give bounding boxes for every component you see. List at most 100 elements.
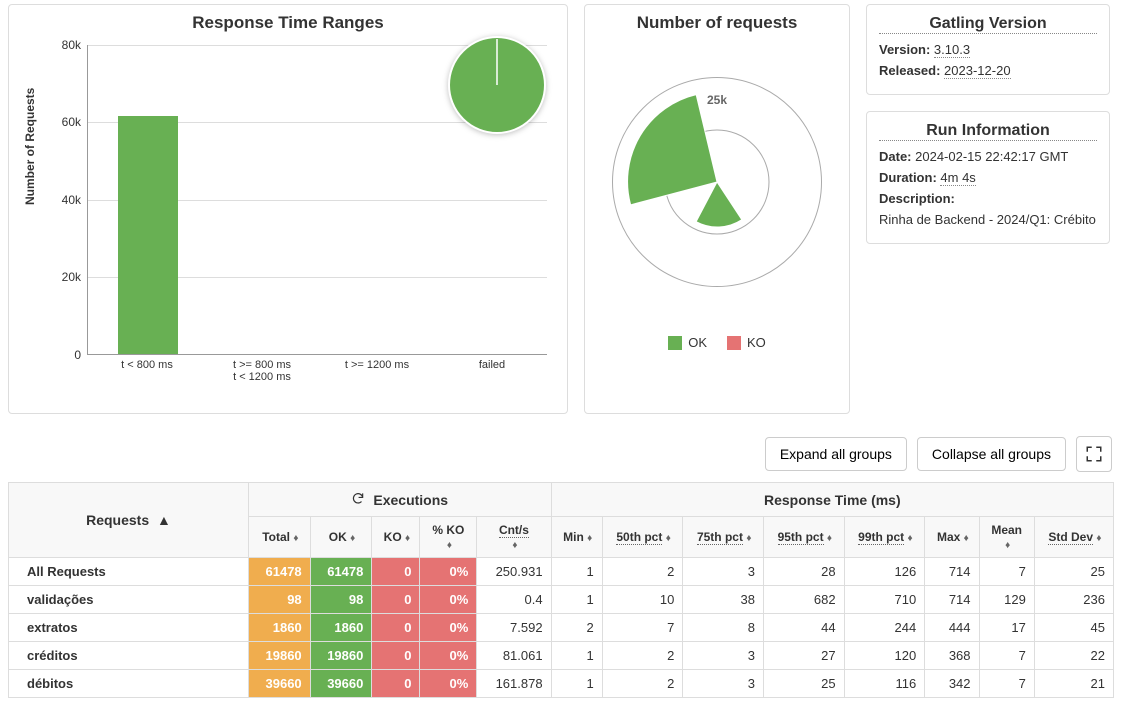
row-kopct: 0% [420,614,477,642]
row-p50: 2 [602,670,683,698]
row-mean: 7 [979,670,1034,698]
rt-xtick-0: t < 800 ms [97,359,197,371]
row-max: 342 [925,670,979,698]
row-max: 444 [925,614,979,642]
row-min: 1 [551,558,602,586]
row-p50: 2 [602,558,683,586]
row-p75: 3 [683,670,764,698]
req-polar-chart: 25k [585,47,849,317]
row-min: 2 [551,614,602,642]
row-name: validações [9,586,249,614]
row-ko: 0 [372,670,420,698]
row-ok: 1860 [310,614,372,642]
row-sd: 21 [1034,670,1113,698]
rt-ytick: 60k [62,115,81,129]
legend-ok[interactable]: OK [668,335,707,350]
table-row[interactable]: débitos396603966000%161.8781232511634272… [9,670,1114,698]
table-row[interactable]: extratos1860186000%7.592278442444441745 [9,614,1114,642]
row-name: débitos [9,670,249,698]
row-p99: 116 [844,670,925,698]
run-duration-value: 4m 4s [940,170,975,186]
ko-swatch-icon [727,336,741,350]
released-value: 2023-12-20 [944,63,1011,79]
rt-ytick: 0 [74,348,81,362]
row-total: 98 [249,586,311,614]
expand-all-button[interactable]: Expand all groups [765,437,907,471]
collapse-all-button[interactable]: Collapse all groups [917,437,1066,471]
col-p50[interactable]: 50th pct ♦ [602,517,683,558]
row-ok: 39660 [310,670,372,698]
row-p75: 3 [683,558,764,586]
col-cnts[interactable]: Cnt/s♦ [477,517,551,558]
run-desc-value: Rinha de Backend - 2024/Q1: Crébito [879,212,1097,227]
row-kopct: 0% [420,670,477,698]
refresh-icon [351,491,365,508]
legend-ko-label: KO [747,335,766,350]
row-cnts: 0.4 [477,586,551,614]
version-value: 3.10.3 [934,42,970,58]
row-total: 19860 [249,642,311,670]
row-kopct: 0% [420,558,477,586]
row-max: 714 [925,558,979,586]
legend-ko[interactable]: KO [727,335,766,350]
col-p95[interactable]: 95th pct ♦ [764,517,845,558]
col-ok[interactable]: OK ♦ [310,517,372,558]
req-panel-title: Number of requests [585,5,849,37]
row-max: 714 [925,586,979,614]
row-p95: 25 [764,670,845,698]
ok-swatch-icon [668,336,682,350]
row-p99: 120 [844,642,925,670]
col-min[interactable]: Min ♦ [551,517,602,558]
row-total: 61478 [249,558,311,586]
col-sd[interactable]: Std Dev ♦ [1034,517,1113,558]
col-total[interactable]: Total ♦ [249,517,311,558]
row-name: extratos [9,614,249,642]
row-min: 1 [551,642,602,670]
table-row[interactable]: validações989800%0.411038682710714129236 [9,586,1114,614]
fullscreen-button[interactable] [1076,436,1112,472]
row-min: 1 [551,670,602,698]
col-max[interactable]: Max ♦ [925,517,979,558]
rt-y-axis-label: Number of Requests [23,88,37,205]
col-mean[interactable]: Mean♦ [979,517,1034,558]
row-ok: 19860 [310,642,372,670]
sort-asc-icon: ▲ [157,512,171,528]
row-kopct: 0% [420,586,477,614]
row-p95: 44 [764,614,845,642]
row-p99: 244 [844,614,925,642]
col-ko[interactable]: KO ♦ [372,517,420,558]
col-kopct[interactable]: % KO♦ [420,517,477,558]
row-cnts: 161.878 [477,670,551,698]
row-cnts: 7.592 [477,614,551,642]
req-legend: OK KO [585,335,849,350]
row-p95: 27 [764,642,845,670]
row-name: créditos [9,642,249,670]
row-cnts: 81.061 [477,642,551,670]
row-ko: 0 [372,642,420,670]
rt-pie-inset [447,35,547,135]
stats-table: Requests ▲ Executions Response Time (ms)… [8,482,1114,698]
col-p75[interactable]: 75th pct ♦ [683,517,764,558]
col-p99[interactable]: 99th pct ♦ [844,517,925,558]
row-sd: 22 [1034,642,1113,670]
row-p95: 28 [764,558,845,586]
rt-ytick: 40k [62,193,81,207]
row-p75: 8 [683,614,764,642]
row-sd: 45 [1034,614,1113,642]
row-ko: 0 [372,614,420,642]
row-ok: 98 [310,586,372,614]
table-row[interactable]: créditos198601986000%81.0611232712036872… [9,642,1114,670]
row-p95: 682 [764,586,845,614]
col-requests-header[interactable]: Requests ▲ [9,483,249,558]
rt-bar-0 [118,116,178,354]
row-name: All Requests [9,558,249,586]
table-row[interactable]: All Requests614786147800%250.93112328126… [9,558,1114,586]
row-mean: 7 [979,558,1034,586]
row-max: 368 [925,642,979,670]
req-polar-fans [585,47,849,317]
row-sd: 236 [1034,586,1113,614]
row-mean: 7 [979,642,1034,670]
rt-xtick-3: failed [442,359,542,371]
row-p99: 126 [844,558,925,586]
rt-xtick-1: t >= 800 mst < 1200 ms [212,359,312,383]
